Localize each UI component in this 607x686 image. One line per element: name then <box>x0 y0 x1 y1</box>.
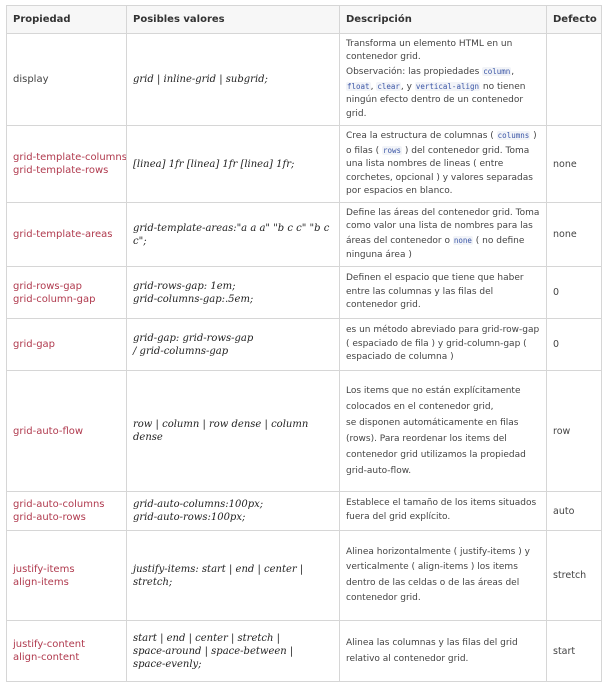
description-text: Definen el espacio que tiene que haber e… <box>346 273 524 311</box>
values-cell: grid | inline-grid | subgrid; <box>126 33 340 126</box>
description-text: , y <box>400 81 415 92</box>
description-cell: Los items que no están explícitamente co… <box>339 370 547 492</box>
table-row: grid-template-columns grid-template-rows [… <box>6 125 602 203</box>
code-keyword: columns <box>496 131 531 141</box>
description-text: se disponen automáticamente en filas (ro… <box>346 418 526 476</box>
description-text: Alinea horizontalmente ( justify-items )… <box>346 546 530 604</box>
default-cell: 0 <box>546 318 602 371</box>
values-cell: grid-gap: grid-rows-gap / grid-columns-ga… <box>126 318 340 371</box>
code-keyword: rows <box>381 145 403 155</box>
property-cell: justify-content align-content <box>6 620 127 682</box>
property-name: grid-column-gap <box>13 293 96 305</box>
possible-value: / grid-columns-gap <box>133 345 229 357</box>
css-grid-properties-table: Propiedad Posibles valores Descripción D… <box>6 5 602 682</box>
default-cell <box>546 33 602 126</box>
code-keyword: vertical-align <box>414 81 481 91</box>
possible-value: justify-items: start | end | center | st… <box>133 563 304 588</box>
code-keyword: float <box>346 81 371 91</box>
description-text: Observación: las propiedades <box>346 66 483 77</box>
description-text: Transforma un elemento HTML en un conten… <box>346 38 513 63</box>
table-row: grid-auto-flow row | column | row dense |… <box>6 370 602 492</box>
code-keyword: none <box>452 236 473 245</box>
property-cell: justify-items align-items <box>6 530 127 621</box>
property-name: align-items <box>13 576 69 588</box>
description-cell: Definen el espacio que tiene que haber e… <box>339 266 547 319</box>
header-description: Descripción <box>339 5 547 34</box>
values-cell: start | end | center | stretch | space-ar… <box>126 620 340 682</box>
property-name: grid-auto-rows <box>13 512 86 523</box>
description-text: Crea la estructura de columnas ( <box>346 131 497 142</box>
property-cell: grid-auto-columns grid-auto-rows <box>6 491 127 531</box>
possible-value: row | column | row dense | column dense <box>133 419 309 443</box>
description-text: Los items que no están explícitamente co… <box>346 386 521 412</box>
possible-value: grid-auto-columns:100px; <box>133 499 264 510</box>
description-cell: Transforma un elemento HTML en un conten… <box>339 33 547 126</box>
property-name: grid-gap <box>13 339 56 350</box>
property-name: grid-template-rows <box>13 165 109 176</box>
values-cell: justify-items: start | end | center | st… <box>126 530 340 621</box>
values-cell: grid-auto-columns:100px; grid-auto-rows:1… <box>126 491 340 531</box>
possible-value: grid-template-areas:"a a a" "b c c" "b c… <box>133 222 330 247</box>
default-cell: auto <box>546 491 602 531</box>
property-cell: display <box>6 33 127 126</box>
possible-value: grid-columns-gap:.5em; <box>133 293 254 305</box>
table-row: justify-content align-content start | end … <box>6 620 602 682</box>
default-cell: row <box>546 370 602 492</box>
property-cell: grid-rows-gap grid-column-gap <box>6 266 127 319</box>
possible-value: space-around | space-between | <box>133 645 294 657</box>
possible-value: grid-auto-rows:100px; <box>133 512 246 523</box>
default-cell: start <box>546 620 602 682</box>
property-name: grid-auto-flow <box>13 425 84 437</box>
table-row: grid-rows-gap grid-column-gap grid-rows-ga… <box>6 266 602 319</box>
table-row: justify-items align-items justify-items: s… <box>6 530 602 621</box>
property-name: display <box>13 74 49 85</box>
values-cell: grid-template-areas:"a a a" "b c c" "b c… <box>126 202 340 267</box>
description-cell: Alinea horizontalmente ( justify-items )… <box>339 530 547 621</box>
description-cell: es un método abreviado para grid-row-gap… <box>339 318 547 371</box>
header-property: Propiedad <box>6 5 127 34</box>
possible-value: space-evenly; <box>133 658 202 670</box>
values-cell: grid-rows-gap: 1em; grid-columns-gap:.5em… <box>126 266 340 319</box>
possible-value: grid-rows-gap: 1em; <box>133 280 236 292</box>
code-keyword: clear <box>376 81 401 91</box>
description-cell: Establece el tamaño de los items situado… <box>339 491 547 531</box>
property-cell: grid-template-columns grid-template-rows <box>6 125 127 203</box>
possible-value: grid-gap: grid-rows-gap <box>133 332 254 344</box>
description-text: , <box>511 66 515 77</box>
table-row: grid-auto-columns grid-auto-rows grid-auto… <box>6 491 602 531</box>
possible-value: grid | inline-grid | subgrid; <box>133 74 268 85</box>
description-text: Establece el tamaño de los items situado… <box>346 498 537 522</box>
property-cell: grid-gap <box>6 318 127 371</box>
code-keyword: column <box>482 66 512 76</box>
description-text: Alinea las columnas y las filas del grid… <box>346 638 518 664</box>
default-cell: none <box>546 202 602 267</box>
possible-value: start | end | center | stretch | <box>133 632 280 644</box>
property-name: grid-template-areas <box>13 229 113 240</box>
possible-value: [linea] 1fr [linea] 1fr [linea] 1fr; <box>133 158 295 170</box>
header-values: Posibles valores <box>126 5 340 34</box>
property-name: grid-auto-columns <box>13 499 105 510</box>
description-cell: Crea la estructura de columnas ( columns… <box>339 125 547 203</box>
default-cell: 0 <box>546 266 602 319</box>
property-name: grid-rows-gap <box>13 280 83 292</box>
default-cell: stretch <box>546 530 602 621</box>
description-cell: Define las áreas del contenedor grid. To… <box>339 202 547 267</box>
property-name: grid-template-columns <box>13 152 127 163</box>
property-cell: grid-template-areas <box>6 202 127 267</box>
property-name: justify-items <box>13 563 75 575</box>
values-cell: row | column | row dense | column dense <box>126 370 340 492</box>
table-row: grid-template-areas grid-template-areas:"… <box>6 202 602 267</box>
property-name: align-content <box>13 652 80 663</box>
table-row: display grid | inline-grid | subgrid; Tran… <box>6 33 602 126</box>
description-cell: Alinea las columnas y las filas del grid… <box>339 620 547 682</box>
description-text: es un método abreviado para grid-row-gap… <box>346 325 540 363</box>
property-name: justify-content <box>13 639 86 650</box>
header-default: Defecto <box>546 5 602 34</box>
property-cell: grid-auto-flow <box>6 370 127 492</box>
table-row: grid-gap grid-gap: grid-rows-gap / grid-co… <box>6 318 602 371</box>
table-header-row: Propiedad Posibles valores Descripción D… <box>6 5 602 34</box>
values-cell: [linea] 1fr [linea] 1fr [linea] 1fr; <box>126 125 340 203</box>
default-cell: none <box>546 125 602 203</box>
